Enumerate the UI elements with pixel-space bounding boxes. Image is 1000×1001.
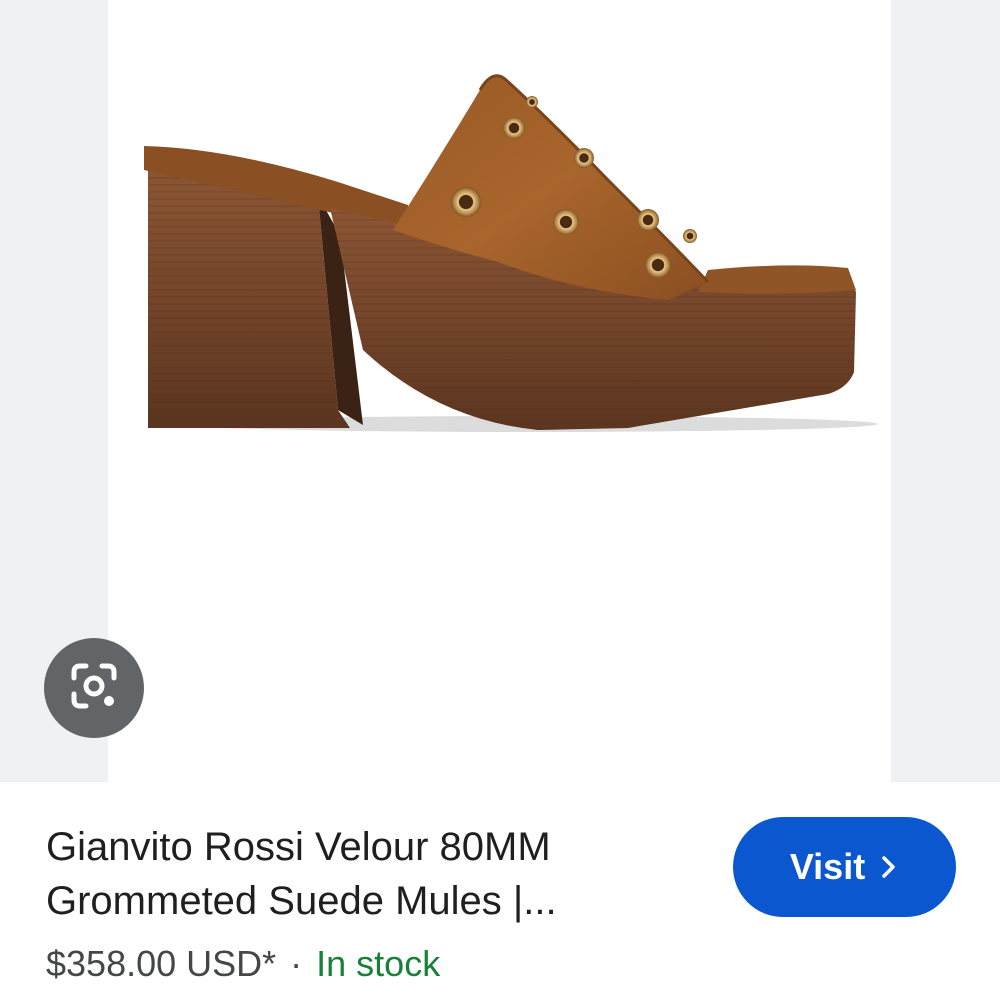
product-image-frame[interactable] — [108, 0, 891, 782]
separator-dot: · — [290, 943, 303, 984]
product-photo — [144, 74, 878, 432]
chevron-right-icon — [879, 854, 899, 880]
product-price: $358.00 USD* — [46, 943, 277, 984]
product-info: Gianvito Rossi Velour 80MM Grommeted Sue… — [0, 782, 1000, 1001]
visit-button[interactable]: Visit — [733, 817, 956, 917]
availability-status: In stock — [316, 943, 441, 984]
product-title[interactable]: Gianvito Rossi Velour 80MM Grommeted Sue… — [46, 820, 686, 928]
lens-search-button[interactable] — [44, 638, 144, 738]
google-lens-icon — [68, 660, 120, 717]
product-image-area — [0, 0, 1000, 782]
price-row: $358.00 USD* · In stock — [46, 940, 440, 988]
visit-button-label: Visit — [789, 846, 866, 887]
